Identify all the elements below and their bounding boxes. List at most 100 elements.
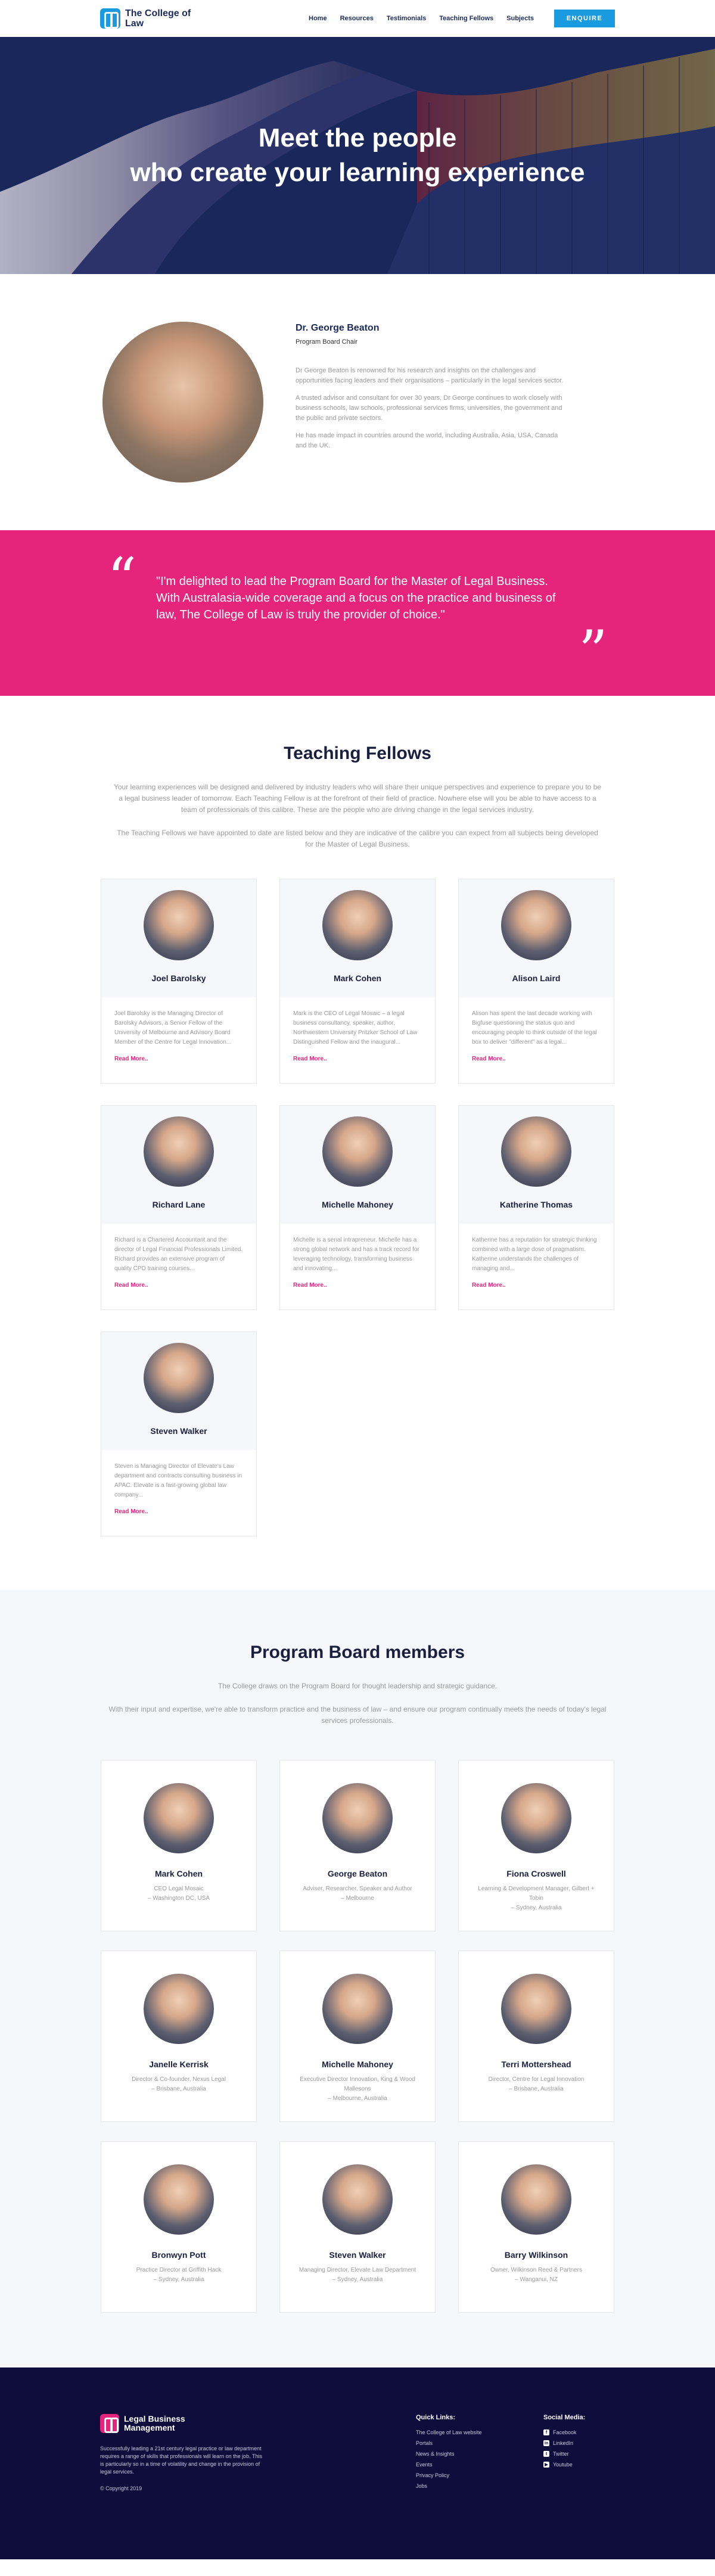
board-member-avatar xyxy=(144,2164,214,2235)
board-member-name: Michelle Mahoney xyxy=(322,2059,393,2069)
footer-logo[interactable]: Legal Business Management xyxy=(100,2414,262,2433)
board-member-role: Managing Director, Elevate Law Departmen… xyxy=(295,2266,420,2285)
board-member-avatar xyxy=(144,1783,214,1853)
footer-about: Legal Business Management Successfully l… xyxy=(100,2414,262,2559)
fellow-name: Katherine Thomas xyxy=(499,1200,573,1209)
lbm-logo-icon xyxy=(100,2414,119,2433)
quick-links-title: Quick Links: xyxy=(416,2414,456,2421)
hero-banner: Meet the people who create your learning… xyxy=(0,37,715,274)
social-link-twitter[interactable]: t Twitter xyxy=(543,2451,615,2457)
twitter-icon: t xyxy=(543,2451,549,2457)
board-member-avatar xyxy=(501,1783,571,1853)
fellow-avatar xyxy=(322,1116,393,1187)
read-more-link[interactable]: Read More.. xyxy=(114,1282,243,1289)
board-member-title: Owner, Wilkinson Reed & Partners xyxy=(490,2267,582,2273)
teaching-fellows-section: Teaching Fellows Your learning experienc… xyxy=(0,696,715,1590)
fellow-bio: Alison has spent the last decade working… xyxy=(472,1010,597,1046)
close-quote-icon: ” xyxy=(578,618,608,685)
fellow-card-header: Richard Lane xyxy=(101,1106,256,1224)
fellow-card: Mark Cohen Mark is the CEO of Legal Mosa… xyxy=(279,879,436,1084)
read-more-link[interactable]: Read More.. xyxy=(114,1508,243,1515)
fellow-card: Alison Laird Alison has spent the last d… xyxy=(458,879,614,1084)
site-footer: Legal Business Management Successfully l… xyxy=(0,2367,715,2559)
footer-description: Successfully leading a 21st century lega… xyxy=(100,2446,262,2475)
quick-link-news[interactable]: News & Insights xyxy=(416,2451,517,2457)
board-member-title: Director, Centre for Legal Innovation xyxy=(488,2076,585,2083)
fellow-card-body: Richard is a Chartered Accountant and th… xyxy=(101,1224,256,1301)
logo-text: The College of Law xyxy=(125,8,191,29)
program-board-section: Program Board members The College draws … xyxy=(0,1590,715,2367)
quote-text: "I'm delighted to lead the Program Board… xyxy=(156,575,556,621)
board-intro-2: With their input and expertise, we're ab… xyxy=(108,1705,607,1725)
social-link-youtube[interactable]: ▶ Youtube xyxy=(543,2462,615,2468)
nav-subjects[interactable]: Subjects xyxy=(506,15,534,22)
board-member-title: Practice Director at Griffith Hack xyxy=(136,2267,222,2273)
fellow-card-body: Alison has spent the last decade working… xyxy=(459,997,614,1074)
board-member-role: Owner, Wilkinson Reed & Partners – Wangan… xyxy=(474,2266,599,2285)
board-member-avatar xyxy=(501,2164,571,2235)
fellows-grid: Joel Barolsky Joel Barolsky is the Manag… xyxy=(101,879,614,1536)
social-link-linkedin[interactable]: in LinkedIn xyxy=(543,2440,615,2446)
board-member-location: – Melbourne xyxy=(341,1895,374,1902)
fellow-card-header: Katherine Thomas xyxy=(459,1106,614,1224)
quick-link-college-website[interactable]: The College of Law website xyxy=(416,2429,517,2435)
quick-link-events[interactable]: Events xyxy=(416,2462,517,2468)
board-member-title: Director & Co-founder, Nexus Legal xyxy=(132,2076,226,2083)
profile-paragraph-3: He has made impact in countries around t… xyxy=(296,432,558,449)
board-member-role: Director, Centre for Legal Innovation – B… xyxy=(474,2075,599,2094)
fellow-card-body: Mark is the CEO of Legal Mosaic – a lega… xyxy=(280,997,435,1074)
fellow-avatar xyxy=(144,890,214,960)
read-more-link[interactable]: Read More.. xyxy=(293,1282,422,1289)
enquire-button[interactable]: ENQUIRE xyxy=(554,10,615,27)
site-logo[interactable]: The College of Law xyxy=(100,8,197,29)
fellow-name: Steven Walker xyxy=(150,1426,207,1436)
board-member-role: Adviser, Researcher, Speaker and Author –… xyxy=(295,1884,420,1903)
nav-resources[interactable]: Resources xyxy=(340,15,374,22)
fellow-card: Joel Barolsky Joel Barolsky is the Manag… xyxy=(101,879,257,1084)
quick-link-privacy[interactable]: Privacy Policy xyxy=(416,2472,517,2478)
board-member-location: – Wanganui, NZ xyxy=(515,2276,558,2283)
board-member-avatar xyxy=(322,1783,393,1853)
fellow-bio: Joel Barolsky is the Managing Director o… xyxy=(114,1010,232,1046)
board-member-role: Director & Co-founder, Nexus Legal – Bris… xyxy=(116,2075,241,2094)
fellow-avatar xyxy=(501,1116,571,1187)
social-link-facebook[interactable]: f Facebook xyxy=(543,2429,615,2435)
board-member-name: Janelle Kerrisk xyxy=(149,2059,209,2069)
board-title: Program Board members xyxy=(250,1642,465,1662)
board-member-name: Steven Walker xyxy=(329,2250,386,2260)
board-member-location: – Melbourne, Australia xyxy=(328,2095,387,2102)
read-more-link[interactable]: Read More.. xyxy=(472,1056,601,1062)
nav-teaching-fellows[interactable]: Teaching Fellows xyxy=(439,15,493,22)
profile-paragraph-1: Dr George Beaton is renowned for his res… xyxy=(296,367,564,384)
social-label: Youtube xyxy=(553,2462,573,2468)
quick-link-jobs[interactable]: Jobs xyxy=(416,2483,517,2489)
quick-link-portals[interactable]: Portals xyxy=(416,2440,517,2446)
social-label: Facebook xyxy=(553,2429,577,2435)
fellow-bio: Mark is the CEO of Legal Mosaic – a lega… xyxy=(293,1010,418,1046)
board-member-role: Practice Director at Griffith Hack – Sydn… xyxy=(116,2266,241,2285)
fellow-bio: Michelle is a serial intrapreneur. Miche… xyxy=(293,1237,419,1272)
fellow-bio: Katherine has a reputation for strategic… xyxy=(472,1237,597,1272)
social-title: Social Media: xyxy=(543,2414,586,2421)
site-header: The College of Law Home Resources Testim… xyxy=(0,0,715,37)
read-more-link[interactable]: Read More.. xyxy=(114,1056,243,1062)
fellows-title: Teaching Fellows xyxy=(284,743,431,763)
hero-title: Meet the people who create your learning… xyxy=(130,121,585,190)
facebook-icon: f xyxy=(543,2429,549,2435)
read-more-link[interactable]: Read More.. xyxy=(293,1056,422,1062)
profile-paragraph-2: A trusted advisor and consultant for ove… xyxy=(296,394,562,422)
board-member-name: George Beaton xyxy=(327,1869,388,1878)
fellow-name: Joel Barolsky xyxy=(151,973,206,983)
nav-home[interactable]: Home xyxy=(309,15,327,22)
fellow-name: Alison Laird xyxy=(512,973,561,983)
fellow-name: Richard Lane xyxy=(152,1200,206,1209)
fellow-avatar xyxy=(322,890,393,960)
youtube-icon: ▶ xyxy=(543,2462,549,2468)
board-member-card: Fiona Croswell Learning & Development Ma… xyxy=(458,1760,614,1931)
nav-testimonials[interactable]: Testimonials xyxy=(387,15,426,22)
board-member-location: – Sydney, Australia xyxy=(153,2276,204,2283)
board-member-card: Janelle Kerrisk Director & Co-founder, N… xyxy=(101,1950,257,2122)
board-member-card: Barry Wilkinson Owner, Wilkinson Reed & … xyxy=(458,2141,614,2313)
read-more-link[interactable]: Read More.. xyxy=(472,1282,601,1289)
board-member-title: Learning & Development Manager, Gilbert … xyxy=(478,1886,595,1902)
